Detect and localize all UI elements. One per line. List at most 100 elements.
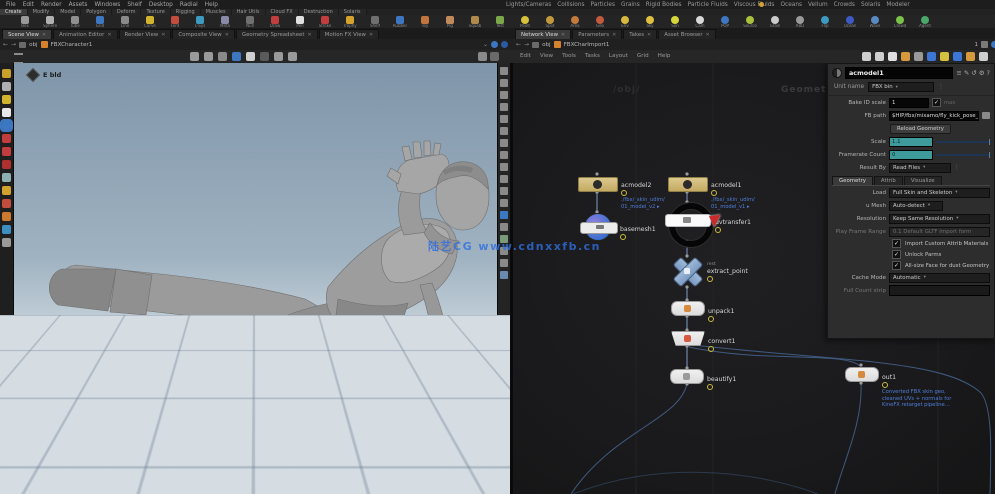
network-tool-icon[interactable] <box>979 52 988 61</box>
param-tab[interactable]: Geometry <box>832 176 873 185</box>
display-option-icon[interactable] <box>500 211 508 219</box>
checkbox-checked-icon[interactable]: ✓ <box>892 250 901 259</box>
network-editor[interactable]: /obj/ Geometry <box>513 63 995 494</box>
shelf-tool[interactable]: Pen <box>289 16 311 28</box>
node-body[interactable] <box>845 367 879 382</box>
display-option-icon[interactable] <box>500 199 508 207</box>
menu-item[interactable]: Windows <box>94 2 120 8</box>
bypass-toggle-icon[interactable] <box>832 68 842 78</box>
home-icon[interactable] <box>532 42 539 48</box>
shelfset2-tab[interactable]: Grains <box>621 2 640 8</box>
shelf-tool[interactable]: Line <box>114 16 136 28</box>
param-tab[interactable]: Visualize <box>904 176 942 185</box>
network-node[interactable]: rest extract_point <box>673 257 701 285</box>
close-icon[interactable]: ✕ <box>612 32 616 38</box>
back-arrow-icon[interactable]: ← <box>3 41 8 48</box>
param-header-icon[interactable]: ↺ <box>971 69 976 77</box>
shelf-tool[interactable]: Flip <box>814 16 836 28</box>
network-node[interactable]: basemesh1 <box>584 213 612 241</box>
path-node[interactable]: FBXCharacter1 <box>51 42 93 48</box>
menu-item[interactable]: Assets <box>69 2 88 8</box>
network-node[interactable]: convert1 <box>671 331 705 346</box>
node-body[interactable] <box>671 331 705 346</box>
globe-icon[interactable] <box>491 41 498 48</box>
viewport-tool-icon[interactable] <box>246 52 255 61</box>
shelf-tool[interactable]: Grid <box>89 16 111 28</box>
viewport-tool-icon[interactable] <box>190 52 199 61</box>
viewport-endtool-icon[interactable] <box>490 52 499 61</box>
viewport-tool-icon[interactable] <box>218 52 227 61</box>
network-tool-icon[interactable] <box>927 52 936 61</box>
param-header-icon[interactable]: ≡ <box>956 69 961 77</box>
node-flag-badge[interactable] <box>715 227 721 233</box>
shelfset2-tab[interactable]: Rigid Bodies <box>646 2 682 8</box>
pane-tab[interactable]: Animation Editor ✕ <box>53 29 117 39</box>
shelf-tool[interactable]: Test <box>489 16 511 28</box>
file-path-field[interactable]: $HIP/fbx/mixamo/fly_kick_pose_v003.fbx <box>889 111 979 121</box>
close-icon[interactable]: ✕ <box>307 32 311 38</box>
display-option-icon[interactable] <box>500 139 508 147</box>
character-model[interactable] <box>0 63 510 494</box>
display-option-icon[interactable] <box>500 103 508 111</box>
display-option-icon[interactable] <box>500 151 508 159</box>
viewport-side-tool-icon[interactable] <box>2 173 11 182</box>
node-flag-badge[interactable] <box>708 346 714 352</box>
reload-geometry-button[interactable]: Reload Geometry <box>890 124 951 134</box>
viewport-side-tool-icon[interactable] <box>2 147 11 156</box>
pane-tab[interactable]: Parameters ✕ <box>572 29 622 39</box>
pane-tab[interactable]: Composite View ✕ <box>172 29 234 39</box>
pane-tab[interactable]: Scene View ✕ <box>2 29 52 39</box>
shelf-tool[interactable]: Pig <box>439 16 461 28</box>
close-icon[interactable]: ✕ <box>42 32 46 38</box>
display-option-icon[interactable] <box>500 115 508 123</box>
shelf-tool[interactable]: Null <box>239 16 261 28</box>
pane-tab[interactable]: Motion FX View ✕ <box>319 29 380 39</box>
node-flag-badge[interactable] <box>708 316 714 322</box>
load-dropdown[interactable]: Full Skin and Skeleton▾ <box>889 188 990 198</box>
scene-viewport[interactable]: E bld <box>0 63 510 494</box>
network-menu-item[interactable]: Layout <box>609 53 628 59</box>
forward-arrow-icon[interactable]: → <box>524 41 529 48</box>
path-root[interactable]: obj <box>542 42 551 48</box>
node-label[interactable]: acmodel1 <box>711 182 821 189</box>
shelf-tool[interactable]: Trophy <box>339 16 361 28</box>
node-label[interactable]: convert1 <box>708 338 818 345</box>
scale-field[interactable]: 1.1 <box>889 137 933 147</box>
shelf-tool[interactable]: Crowd <box>889 16 911 28</box>
menu-item[interactable]: Radial <box>180 2 198 8</box>
shelf-tool[interactable]: Agent <box>914 16 936 28</box>
viewport-side-tool-icon[interactable] <box>2 238 11 247</box>
network-node[interactable]: uvtransfer1 <box>665 203 709 239</box>
viewport-side-tool-icon[interactable] <box>2 225 11 234</box>
path-node[interactable]: FBXCharImport1 <box>564 42 610 48</box>
network-menu-item[interactable]: Help <box>658 53 671 59</box>
network-node[interactable]: unpack1 <box>671 301 705 316</box>
close-icon[interactable]: ✕ <box>369 32 373 38</box>
shelf-tool[interactable]: Area <box>564 16 586 28</box>
node-body[interactable] <box>665 203 709 239</box>
pin-icon[interactable]: ⌄ <box>483 41 488 48</box>
viewport-side-tool-icon[interactable] <box>2 186 11 195</box>
pane-tab[interactable]: Takes ✕ <box>623 29 657 39</box>
strip-field[interactable] <box>889 285 990 296</box>
network-menu-item[interactable]: Edit <box>520 53 531 59</box>
shelfset2-tab[interactable]: Crowds <box>834 2 855 8</box>
shelfset2-tab[interactable]: Collisions <box>557 2 584 8</box>
shelf-tool[interactable]: Ocean <box>839 16 861 28</box>
framerate-slider[interactable] <box>936 154 990 156</box>
shelf-tool[interactable]: Cam <box>689 16 711 28</box>
param-header-icon[interactable]: ⚙ <box>979 69 985 77</box>
viewport-camera-label[interactable]: E bld <box>28 70 61 80</box>
shelfset2-tab[interactable]: Particles <box>591 2 615 8</box>
param-header-icon[interactable]: ✎ <box>964 69 969 77</box>
display-option-icon[interactable] <box>500 163 508 171</box>
pane-tab[interactable]: Asset Browser ✕ <box>658 29 716 39</box>
shelf-tool[interactable]: Env <box>614 16 636 28</box>
viewport-side-tool-icon[interactable] <box>2 82 11 91</box>
close-icon[interactable]: ✕ <box>561 32 565 38</box>
shelf-tool[interactable]: Grain <box>764 16 786 28</box>
display-option-icon[interactable] <box>500 175 508 183</box>
network-tool-icon[interactable] <box>953 52 962 61</box>
panel-icon[interactable] <box>981 41 988 48</box>
node-flag-badge[interactable] <box>620 234 626 240</box>
